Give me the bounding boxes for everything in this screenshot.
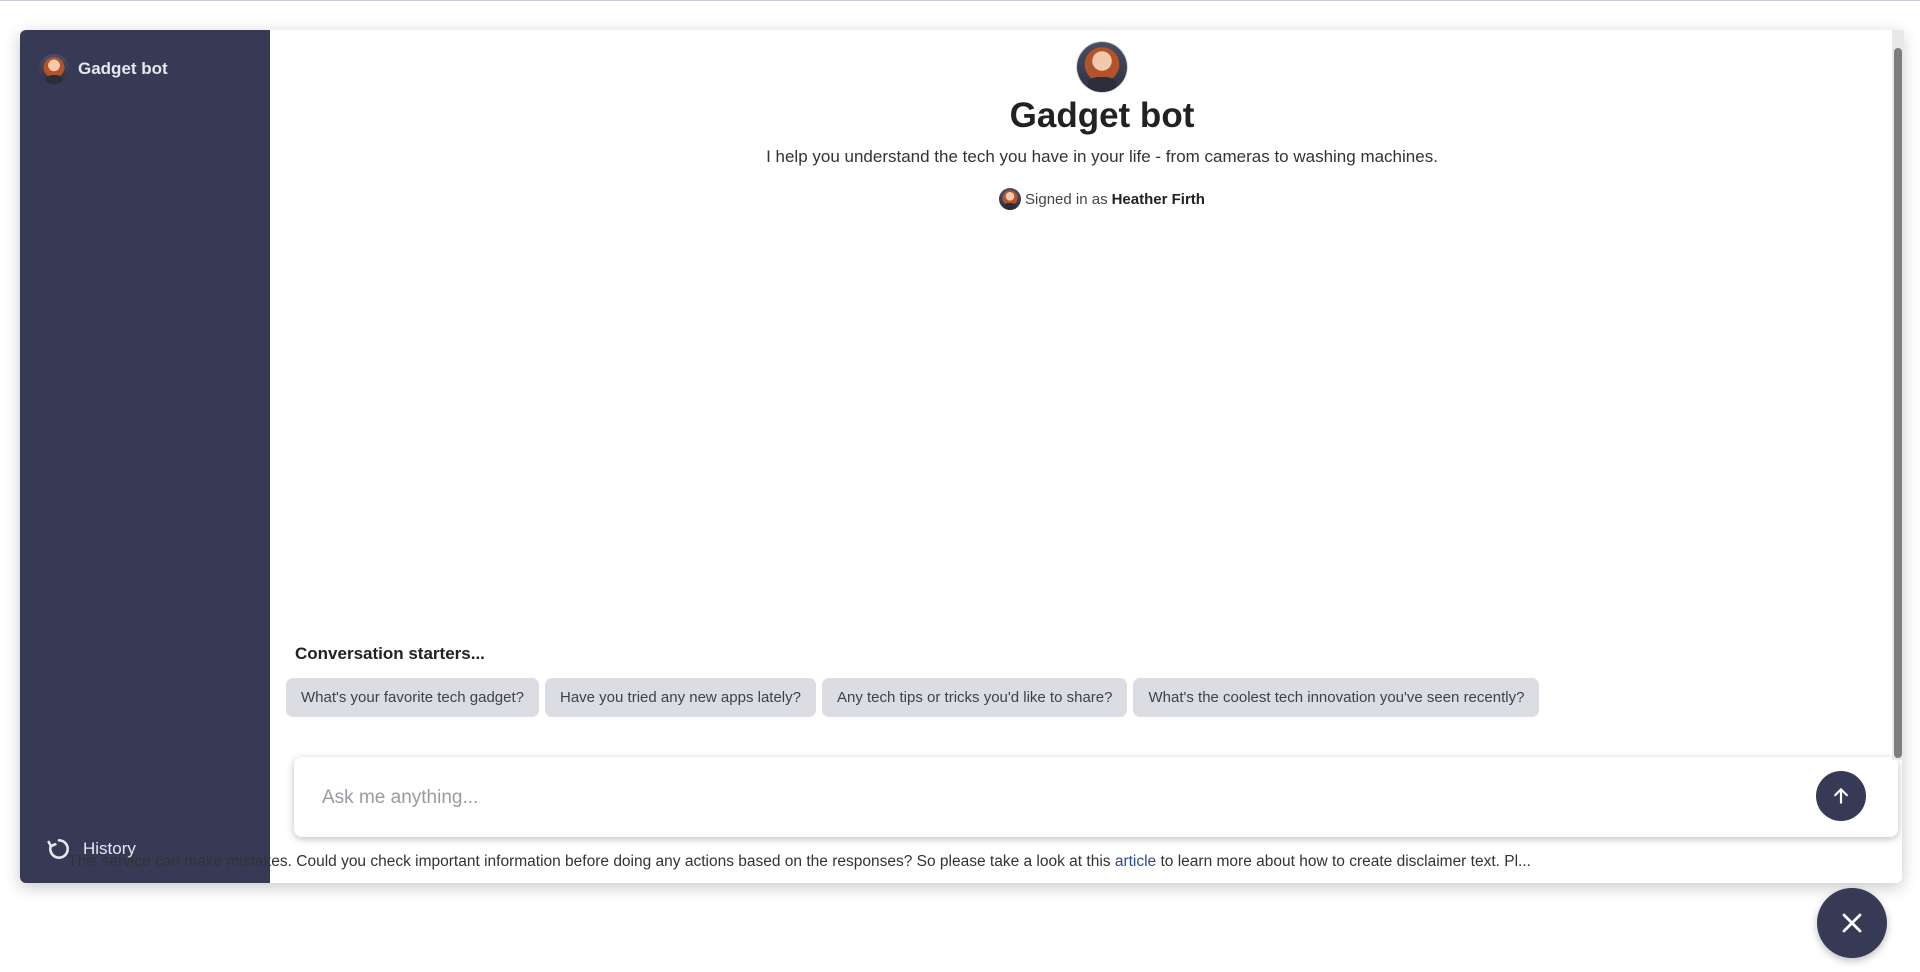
main-panel: Gadget bot I help you understand the tec… xyxy=(270,30,1902,883)
starter-chip[interactable]: Any tech tips or tricks you'd like to sh… xyxy=(821,678,1128,717)
message-composer xyxy=(294,757,1898,837)
bot-title: Gadget bot xyxy=(1009,96,1195,135)
disclaimer-text-end: to learn more about how to create discla… xyxy=(1160,853,1531,870)
sidebar: Gadget bot History xyxy=(20,30,270,883)
sidebar-header[interactable]: Gadget bot xyxy=(39,54,168,84)
bot-description: I help you understand the tech you have … xyxy=(766,147,1438,166)
top-border xyxy=(0,0,1920,1)
starter-chip[interactable]: Have you tried any new apps lately? xyxy=(545,678,816,717)
scrollbar-thumb[interactable] xyxy=(1894,48,1902,758)
starter-chip[interactable]: What's your favorite tech gadget? xyxy=(286,678,539,717)
disclaimer-text: This service can make mistakes. Could yo… xyxy=(68,853,1111,870)
disclaimer: This service can make mistakes. Could yo… xyxy=(68,853,1858,871)
close-chat-button[interactable] xyxy=(1817,888,1887,958)
user-avatar xyxy=(999,188,1022,210)
sidebar-title: Gadget bot xyxy=(78,59,168,78)
scrollbar[interactable] xyxy=(1892,30,1904,760)
user-name: Heather Firth xyxy=(1111,190,1205,208)
send-button[interactable] xyxy=(1816,771,1866,821)
signed-in-status: Signed in as Heather Firth xyxy=(270,188,1902,210)
disclaimer-article-link[interactable]: article xyxy=(1115,853,1156,870)
bot-avatar xyxy=(39,54,69,84)
conversation-starters: What's your favorite tech gadget? Have y… xyxy=(286,678,1540,717)
message-input[interactable] xyxy=(320,783,1784,813)
close-icon xyxy=(1842,913,1862,933)
starters-label: Conversation starters... xyxy=(295,644,485,663)
bot-hero-avatar xyxy=(1077,42,1127,92)
arrow-up-icon xyxy=(1834,788,1848,804)
chat-window: Gadget bot History Gadget bot I help you… xyxy=(20,30,1902,883)
starter-chip[interactable]: What's the coolest tech innovation you'v… xyxy=(1133,678,1540,717)
signed-in-prefix: Signed in as xyxy=(1025,190,1108,208)
